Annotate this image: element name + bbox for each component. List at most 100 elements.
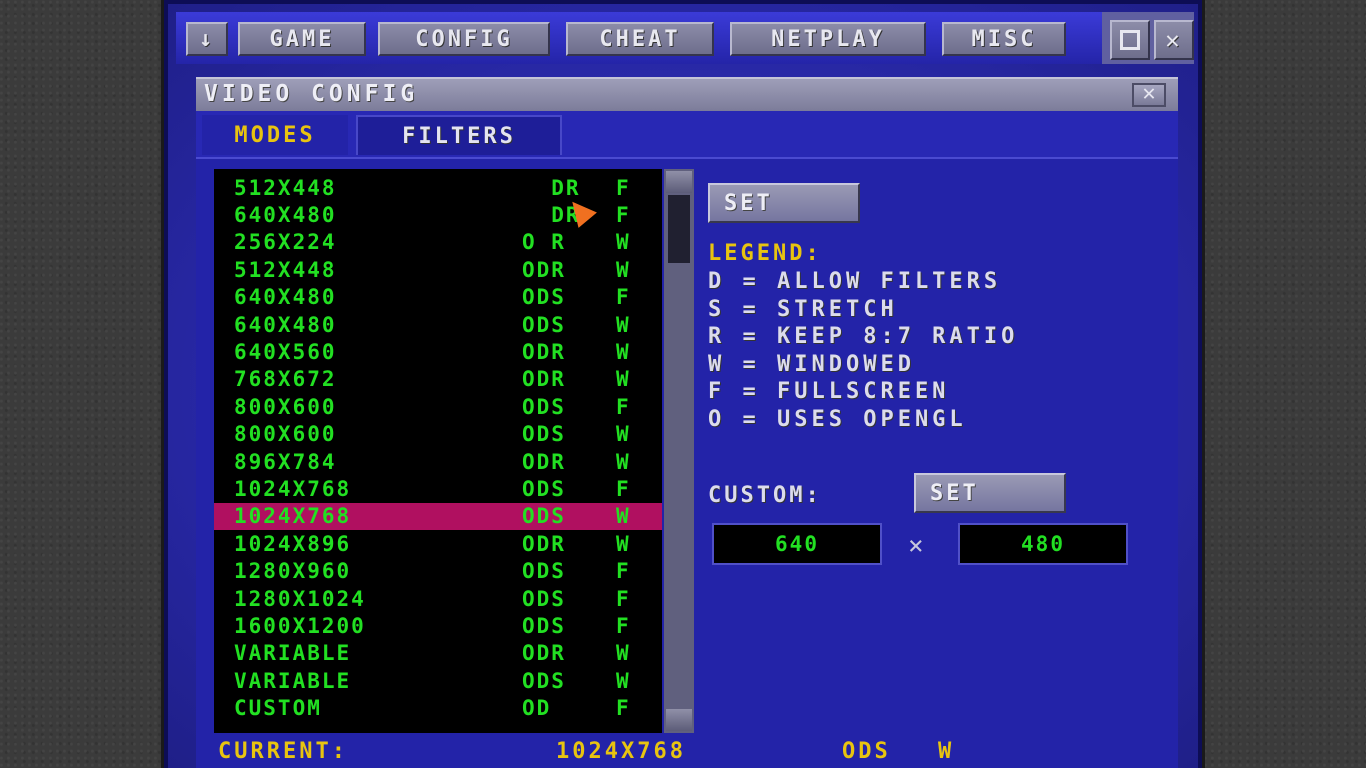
mode-display: F (616, 586, 631, 611)
menu-game[interactable]: GAME (238, 22, 366, 56)
list-item[interactable]: 512X448 DR F (214, 174, 662, 201)
menu-misc[interactable]: MISC (942, 22, 1066, 56)
mode-resolution: 800X600 (234, 422, 337, 447)
tab-bar: MODES FILTERS (196, 111, 1178, 157)
mode-display: W (616, 312, 631, 337)
list-item[interactable]: 896X784 ODR W (214, 448, 662, 475)
mode-flags: DR (522, 175, 581, 200)
list-item[interactable]: 256X224 O R W (214, 229, 662, 256)
current-resolution: 1024X768 (556, 739, 686, 764)
dialog-close-button[interactable]: ✕ (1132, 83, 1166, 107)
tab-filters[interactable]: FILTERS (356, 115, 562, 155)
close-icon: ✕ (1142, 81, 1156, 106)
mode-resolution: 1024X768 (234, 504, 352, 529)
list-item[interactable]: 800X600 ODS W (214, 421, 662, 448)
list-item[interactable]: 768X672 ODR W (214, 366, 662, 393)
down-arrow-button[interactable]: ↓ (186, 22, 228, 56)
set-mode-button[interactable]: SET (708, 183, 860, 223)
mode-resolution: 640X480 (234, 203, 337, 228)
mode-flags: ODR (522, 449, 566, 474)
maximize-icon (1120, 30, 1140, 50)
dialog-title: VIDEO CONFIG (204, 81, 419, 107)
video-mode-list[interactable]: 512X448 DR F 640X480 DR F 256X224 O R W 512X448… (214, 169, 662, 733)
current-label: CURRENT: (218, 739, 348, 764)
mode-flags: ODS (522, 477, 566, 502)
mode-resolution: 640X560 (234, 340, 337, 365)
mode-display: W (616, 531, 631, 556)
mode-flags: ODS (522, 559, 566, 584)
current-display-mode: W (938, 739, 955, 764)
mode-resolution: 1600X1200 (234, 614, 366, 639)
current-mode-status: CURRENT: 1024X768 ODS W (218, 737, 1158, 768)
mode-display: W (616, 340, 631, 365)
mode-resolution: 1024X768 (234, 477, 352, 502)
list-item[interactable]: 800X600 ODS F (214, 393, 662, 420)
list-item[interactable]: 640X560 ODR W (214, 338, 662, 365)
mode-resolution: 1280X960 (234, 559, 352, 584)
mode-flags: O R (522, 230, 566, 255)
dialog-titlebar[interactable]: VIDEO CONFIG ✕ (196, 77, 1178, 111)
menu-netplay[interactable]: NETPLAY (730, 22, 926, 56)
mode-display: W (616, 449, 631, 474)
scroll-thumb[interactable] (668, 195, 690, 263)
list-item[interactable]: 1280X960 ODS F (214, 558, 662, 585)
mode-flags: ODS (522, 422, 566, 447)
mode-flags: ODR (522, 367, 566, 392)
mode-display: W (616, 504, 631, 529)
mode-resolution: 640X480 (234, 285, 337, 310)
list-item[interactable]: 1024X896 ODR W (214, 530, 662, 557)
times-icon: × (908, 531, 924, 561)
mode-resolution: 1280X1024 (234, 586, 366, 611)
window-controls: ✕ (1102, 12, 1194, 64)
list-item[interactable]: 1024X768 ODS F (214, 475, 662, 502)
mode-flags: ODS (522, 312, 566, 337)
menu-config[interactable]: CONFIG (378, 22, 550, 56)
custom-label: CUSTOM: (708, 483, 822, 508)
mode-display: F (616, 614, 631, 639)
mode-resolution: 512X448 (234, 257, 337, 282)
mode-flags: ODR (522, 641, 566, 666)
legend-item: R = KEEP 8:7 RATIO (708, 324, 1019, 349)
maximize-button[interactable] (1110, 20, 1150, 60)
list-item[interactable]: CUSTOM OD F (214, 695, 662, 722)
scroll-down-button[interactable] (666, 709, 692, 731)
list-item[interactable]: VARIABLE ODS W (214, 667, 662, 694)
list-item[interactable]: 640X480 ODS F (214, 284, 662, 311)
mode-resolution: 512X448 (234, 175, 337, 200)
mode-flags: OD (522, 696, 552, 721)
custom-width-field[interactable]: 640 (712, 523, 882, 565)
mode-flags: ODS (522, 504, 566, 529)
mode-display: W (616, 257, 631, 282)
list-scrollbar[interactable] (664, 169, 694, 733)
modes-panel: 512X448 DR F 640X480 DR F 256X224 O R W 512X448… (196, 157, 1178, 768)
current-flags: ODS (842, 739, 891, 764)
list-item[interactable]: 640X480 DR F (214, 201, 662, 228)
custom-height-field[interactable]: 480 (958, 523, 1128, 565)
list-item[interactable]: 1024X768 ODS W (214, 502, 662, 531)
legend-item: F = FULLSCREEN (708, 379, 950, 404)
close-button[interactable]: ✕ (1154, 20, 1194, 60)
tab-modes[interactable]: MODES (202, 115, 348, 155)
list-item[interactable]: 1280X1024 ODS F (214, 585, 662, 612)
menu-bar: ↓ GAME CONFIG CHEAT NETPLAY MISC ✕ (176, 12, 1194, 64)
menu-cheat[interactable]: CHEAT (566, 22, 714, 56)
mode-resolution: 256X224 (234, 230, 337, 255)
mode-display: F (616, 394, 631, 419)
mode-display: F (616, 285, 631, 310)
legend-item: S = STRETCH (708, 297, 898, 322)
legend-item: W = WINDOWED (708, 352, 915, 377)
mode-display: W (616, 367, 631, 392)
list-item[interactable]: 640X480 ODS W (214, 311, 662, 338)
custom-set-button[interactable]: SET (914, 473, 1066, 513)
mode-flags: ODS (522, 614, 566, 639)
list-item[interactable]: 512X448 ODR W (214, 256, 662, 283)
mode-resolution: 1024X896 (234, 531, 352, 556)
mode-flags: ODS (522, 586, 566, 611)
list-item[interactable]: 1600X1200 ODS F (214, 612, 662, 639)
list-item[interactable]: VARIABLE ODR W (214, 640, 662, 667)
mode-resolution: 640X480 (234, 312, 337, 337)
mode-flags: ODS (522, 394, 566, 419)
scroll-up-button[interactable] (666, 171, 692, 193)
emulator-screen: ↓ GAME CONFIG CHEAT NETPLAY MISC ✕ VIDEO… (168, 4, 1198, 768)
mode-resolution: VARIABLE (234, 641, 352, 666)
